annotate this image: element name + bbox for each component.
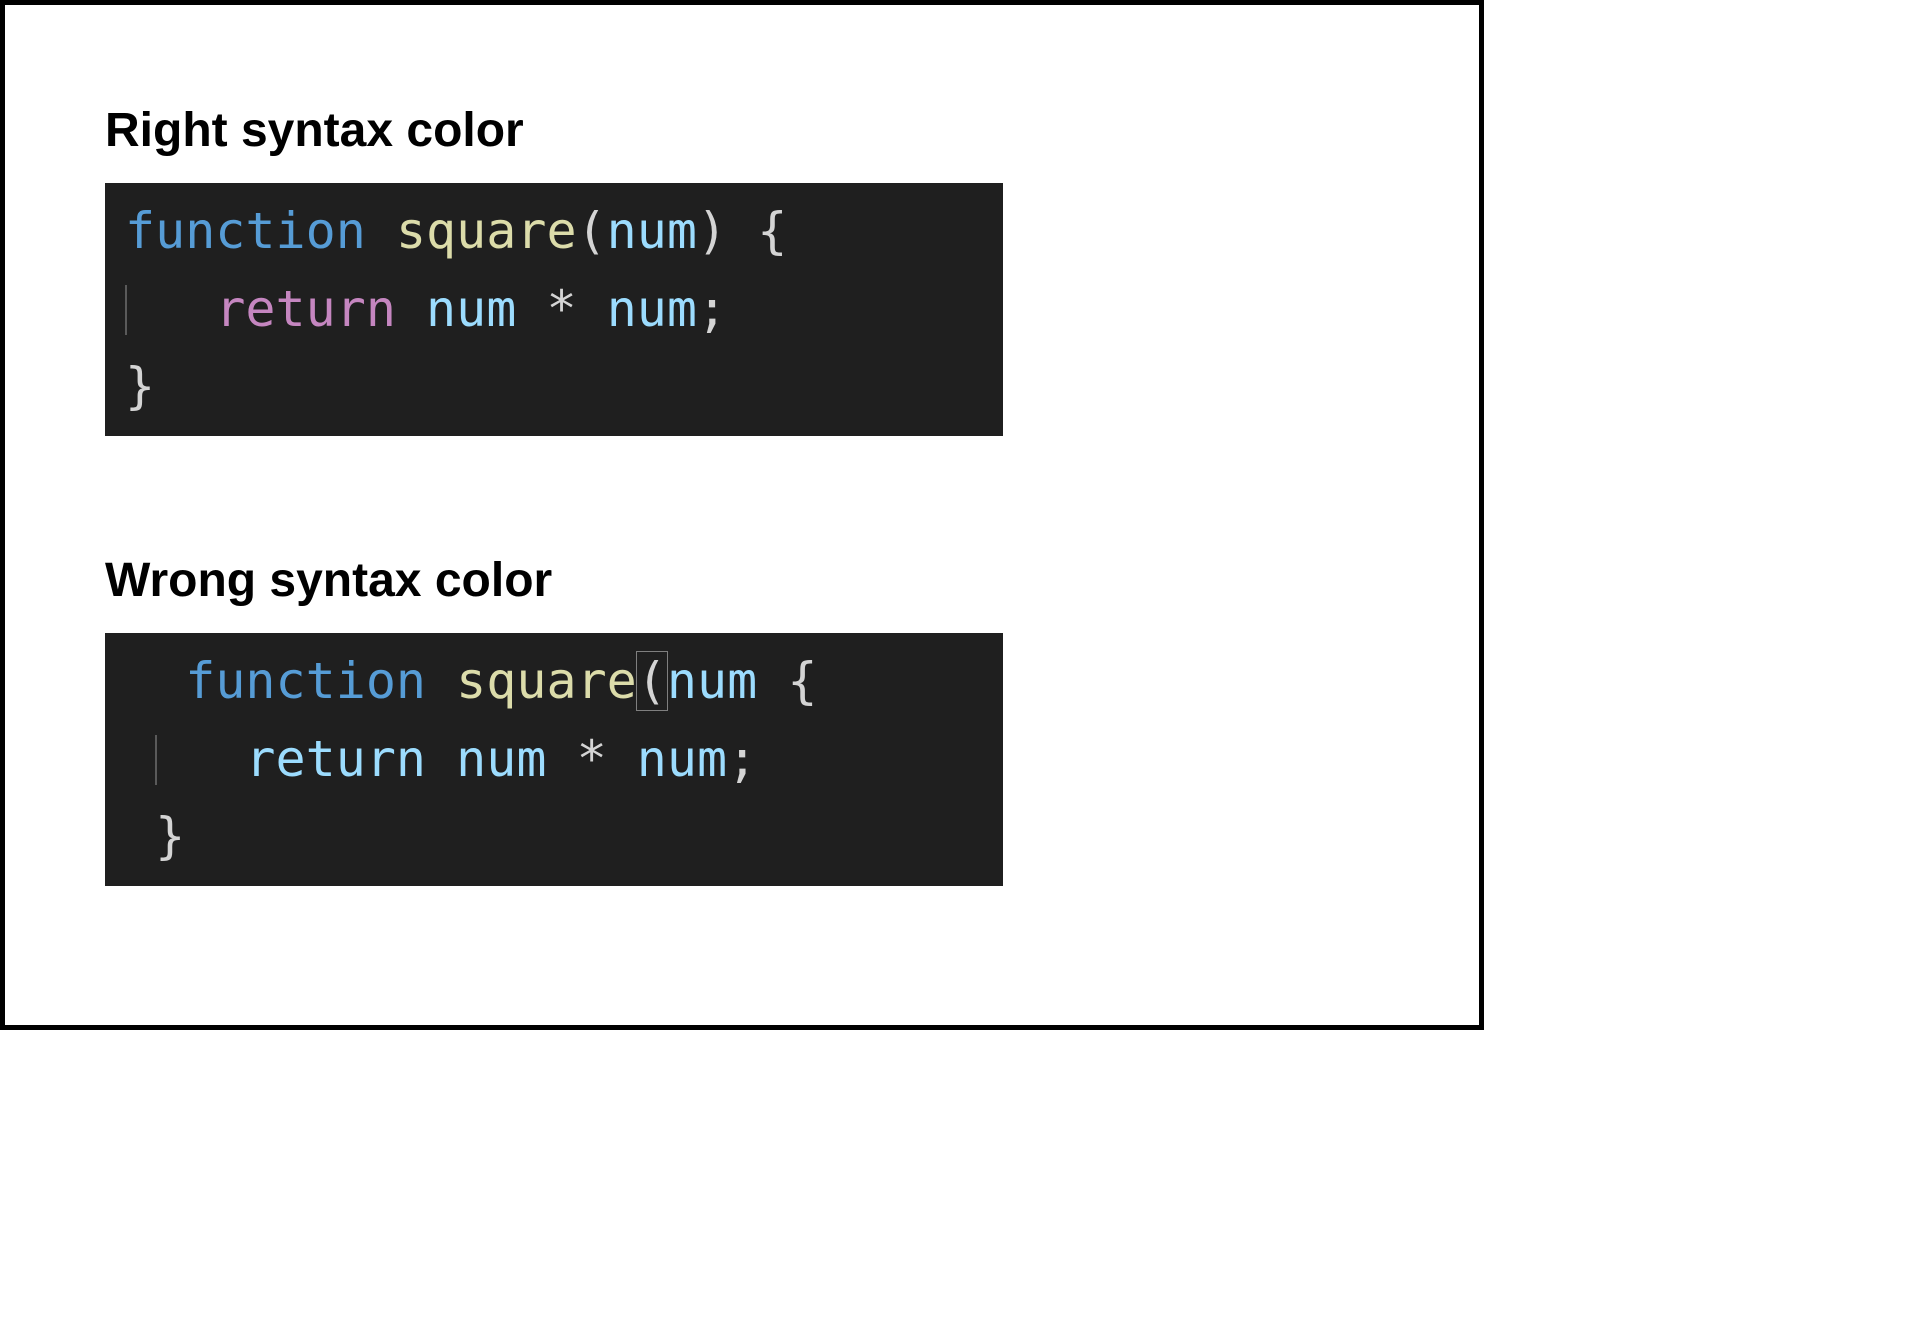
code-token-identifier: num: [637, 730, 727, 788]
code-token-return: return: [215, 280, 396, 338]
code-token-semicolon: ;: [727, 730, 757, 788]
code-token-parameter: num: [607, 202, 697, 260]
indent-guide: [125, 285, 127, 335]
code-token-paren-close: ): [697, 202, 727, 260]
code-token-operator: *: [546, 280, 576, 338]
code-token-identifier: num: [607, 280, 697, 338]
code-token-semicolon: ;: [697, 280, 727, 338]
heading-wrong-syntax: Wrong syntax color: [105, 555, 552, 608]
code-token-identifier: num: [426, 280, 516, 338]
code-token-function-name: square: [456, 652, 637, 710]
code-token-paren-open: (: [577, 202, 607, 260]
document-frame: Right syntax color function square(num) …: [0, 0, 1484, 1030]
code-block-right: function square(num) { return num * num;…: [105, 183, 1003, 436]
code-token-identifier: num: [456, 730, 546, 788]
code-token-operator: *: [577, 730, 607, 788]
code-token-paren-open-highlighted: (: [636, 651, 668, 711]
code-token-parameter: num: [667, 652, 757, 710]
code-token-brace-open: {: [757, 202, 787, 260]
code-token-return: return: [245, 730, 426, 788]
code-token-function-name: square: [396, 202, 577, 260]
code-block-wrong: function square(num { return num * num; …: [105, 633, 1003, 886]
code-token-brace-open: {: [787, 652, 817, 710]
code-token-keyword: function: [125, 202, 366, 260]
heading-right-syntax: Right syntax color: [105, 105, 524, 158]
indent-guide: [155, 735, 157, 785]
code-token-keyword: function: [185, 652, 426, 710]
code-token-brace-close: }: [125, 357, 155, 415]
code-token-brace-close: }: [155, 807, 185, 865]
